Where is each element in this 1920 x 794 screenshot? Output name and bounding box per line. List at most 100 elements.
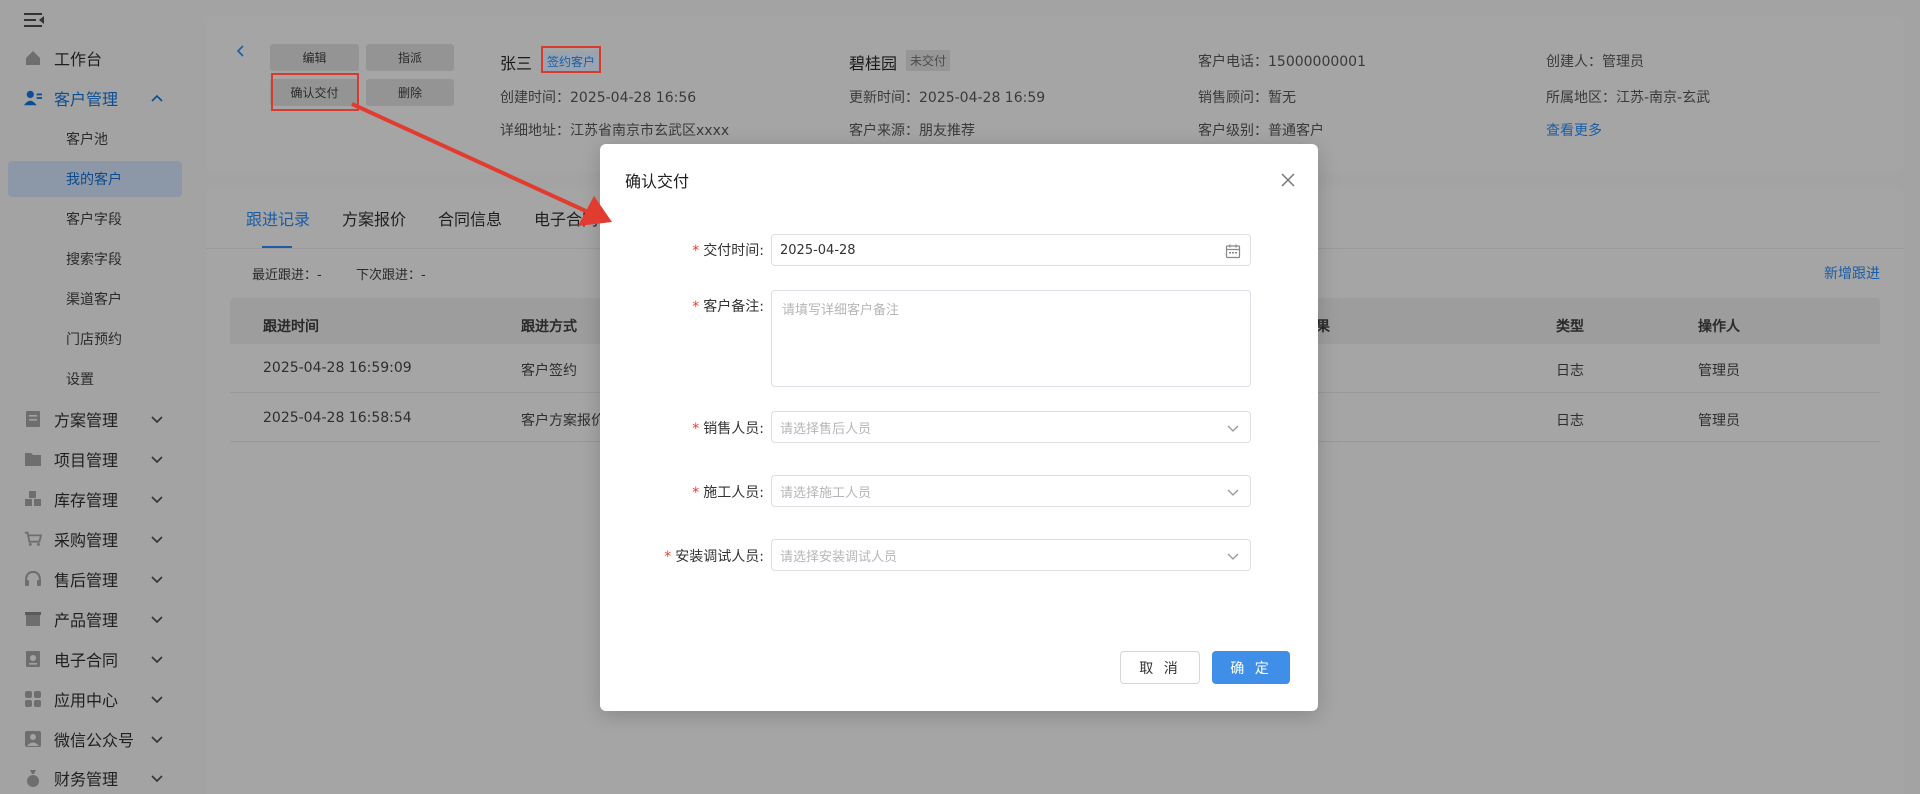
delivery-time-value: 2025-04-28: [780, 242, 856, 258]
sidebar-item-customer-mgmt[interactable]: 客户管理: [0, 80, 190, 116]
box-icon: [24, 610, 42, 628]
delivery-time-datepicker[interactable]: 2025-04-28: [771, 234, 1251, 266]
sidebar-item-label: 工作台: [54, 50, 103, 69]
sidebar-item-label: 项目管理: [54, 451, 119, 470]
column-header-time: 跟进时间: [263, 319, 319, 335]
remark-placeholder: 请填写详细客户备注: [782, 303, 900, 318]
creator: 创建人：管理员: [1546, 54, 1644, 70]
sidebar-item-project-mgmt[interactable]: 项目管理: [0, 441, 190, 477]
customer-source: 客户来源：朋友推荐: [849, 123, 975, 139]
sidebar-item-product-mgmt[interactable]: 产品管理: [0, 601, 190, 637]
sales-label: * 销售人员:: [690, 418, 764, 438]
sidebar-item-wechat[interactable]: 微信公众号: [0, 721, 190, 757]
installer-label: * 安装调试人员:: [660, 546, 764, 566]
tab-contract-info[interactable]: 合同信息: [438, 206, 502, 230]
label-text: 施工人员:: [703, 485, 764, 501]
assign-button[interactable]: 指派: [366, 44, 454, 71]
sales-placeholder: 请选择售后人员: [780, 421, 872, 437]
customer-level: 客户级别：普通客户: [1198, 123, 1324, 139]
sidebar-sub-customer-fields[interactable]: 客户字段: [0, 201, 190, 237]
label-text: 销售人员:: [703, 421, 764, 437]
project-name: 碧桂园: [849, 54, 898, 73]
sidebar-item-label: 电子合同: [54, 651, 119, 670]
chevron-down-icon: [1225, 548, 1241, 564]
cart-icon: [24, 530, 42, 548]
construction-label: * 施工人员:: [690, 482, 764, 502]
annotation-highlight-box: [271, 73, 359, 111]
cancel-button[interactable]: 取 消: [1120, 651, 1200, 684]
next-follow-up: 下次跟进：-: [356, 268, 426, 283]
chevron-up-icon: [150, 91, 164, 105]
installer-select[interactable]: 请选择安装调试人员: [771, 539, 1251, 571]
contract-icon: [24, 650, 42, 668]
sidebar-sub-my-customers[interactable]: 我的客户: [8, 161, 182, 197]
remark-textarea[interactable]: 请填写详细客户备注: [771, 290, 1251, 387]
close-icon[interactable]: [1280, 172, 1296, 188]
region: 所属地区：江苏-南京-玄武: [1546, 90, 1711, 106]
chevron-down-icon: [150, 412, 164, 426]
sidebar-sub-channel-customers[interactable]: 渠道客户: [0, 281, 190, 317]
customer-icon: [24, 89, 42, 107]
sidebar-item-label: 应用中心: [54, 691, 119, 710]
delete-button[interactable]: 删除: [366, 79, 454, 106]
sidebar-item-finance-mgmt[interactable]: 财务管理: [0, 760, 190, 794]
sidebar-sub-label: 设置: [66, 372, 94, 388]
tab-plan-quote[interactable]: 方案报价: [342, 206, 406, 230]
sidebar-item-inventory-mgmt[interactable]: 库存管理: [0, 481, 190, 517]
sidebar-item-app-center[interactable]: 应用中心: [0, 681, 190, 717]
back-icon[interactable]: [234, 44, 248, 58]
chevron-down-icon: [1225, 484, 1241, 500]
sidebar: 工作台 客户管理 客户池 我的客户 客户字段 搜索字段 渠道客户 门店预约 设置…: [0, 0, 190, 794]
sidebar-sub-label: 客户字段: [66, 212, 122, 228]
sidebar-item-e-contract[interactable]: 电子合同: [0, 641, 190, 677]
sales-advisor: 销售顾问：暂无: [1198, 90, 1296, 106]
menu-fold-icon[interactable]: [24, 12, 44, 28]
sidebar-item-aftersales-mgmt[interactable]: 售后管理: [0, 561, 190, 597]
required-mark: *: [692, 243, 700, 259]
cell-operator: 管理员: [1698, 413, 1740, 429]
cell-type: 日志: [1556, 363, 1584, 379]
sidebar-sub-store-booking[interactable]: 门店预约: [0, 321, 190, 357]
required-mark: *: [692, 421, 700, 437]
document-icon: [24, 410, 42, 428]
sidebar-item-label: 产品管理: [54, 611, 119, 630]
calendar-icon[interactable]: [1225, 243, 1241, 259]
sidebar-item-label: 微信公众号: [54, 731, 135, 750]
sidebar-item-plan-mgmt[interactable]: 方案管理: [0, 401, 190, 437]
ok-button[interactable]: 确 定: [1212, 651, 1290, 684]
view-more-link[interactable]: 查看更多: [1546, 120, 1602, 140]
sidebar-item-purchase-mgmt[interactable]: 采购管理: [0, 521, 190, 557]
edit-button[interactable]: 编辑: [270, 44, 359, 71]
tab-follow-records[interactable]: 跟进记录: [246, 206, 310, 230]
cell-operator: 管理员: [1698, 363, 1740, 379]
chevron-down-icon: [150, 612, 164, 626]
chevron-down-icon: [150, 532, 164, 546]
created-time: 创建时间：2025-04-28 16:56: [500, 90, 697, 106]
sidebar-sub-label: 渠道客户: [66, 292, 122, 308]
column-header-result: 果: [1316, 319, 1330, 335]
sidebar-item-label: 财务管理: [54, 770, 119, 789]
delivery-status-badge: 未交付: [906, 50, 951, 71]
dialog-title: 确认交付: [625, 172, 690, 191]
recent-follow-up: 最近跟进：-: [252, 268, 322, 283]
remark-label: * 客户备注:: [690, 296, 764, 316]
sales-select[interactable]: 请选择售后人员: [771, 411, 1251, 443]
column-header-operator: 操作人: [1698, 319, 1740, 335]
sidebar-item-label: 客户管理: [54, 90, 119, 109]
chevron-down-icon: [150, 452, 164, 466]
tab-e-contract[interactable]: 电子合同: [534, 206, 598, 230]
boxes-icon: [24, 490, 42, 508]
sidebar-sub-settings[interactable]: 设置: [0, 361, 190, 397]
chevron-down-icon: [150, 492, 164, 506]
sidebar-item-label: 售后管理: [54, 571, 119, 590]
sidebar-sub-search-fields[interactable]: 搜索字段: [0, 241, 190, 277]
chevron-down-icon: [1225, 420, 1241, 436]
money-bag-icon: [24, 769, 42, 787]
sidebar-item-label: 采购管理: [54, 531, 119, 550]
cell-time: 2025-04-28 16:58:54: [263, 410, 412, 426]
sidebar-item-workbench[interactable]: 工作台: [0, 40, 190, 76]
construction-select[interactable]: 请选择施工人员: [771, 475, 1251, 507]
sidebar-sub-customer-pool[interactable]: 客户池: [0, 121, 190, 157]
cell-method: 客户方案报价: [521, 413, 605, 429]
add-follow-up-link[interactable]: 新增跟进: [1824, 263, 1880, 283]
